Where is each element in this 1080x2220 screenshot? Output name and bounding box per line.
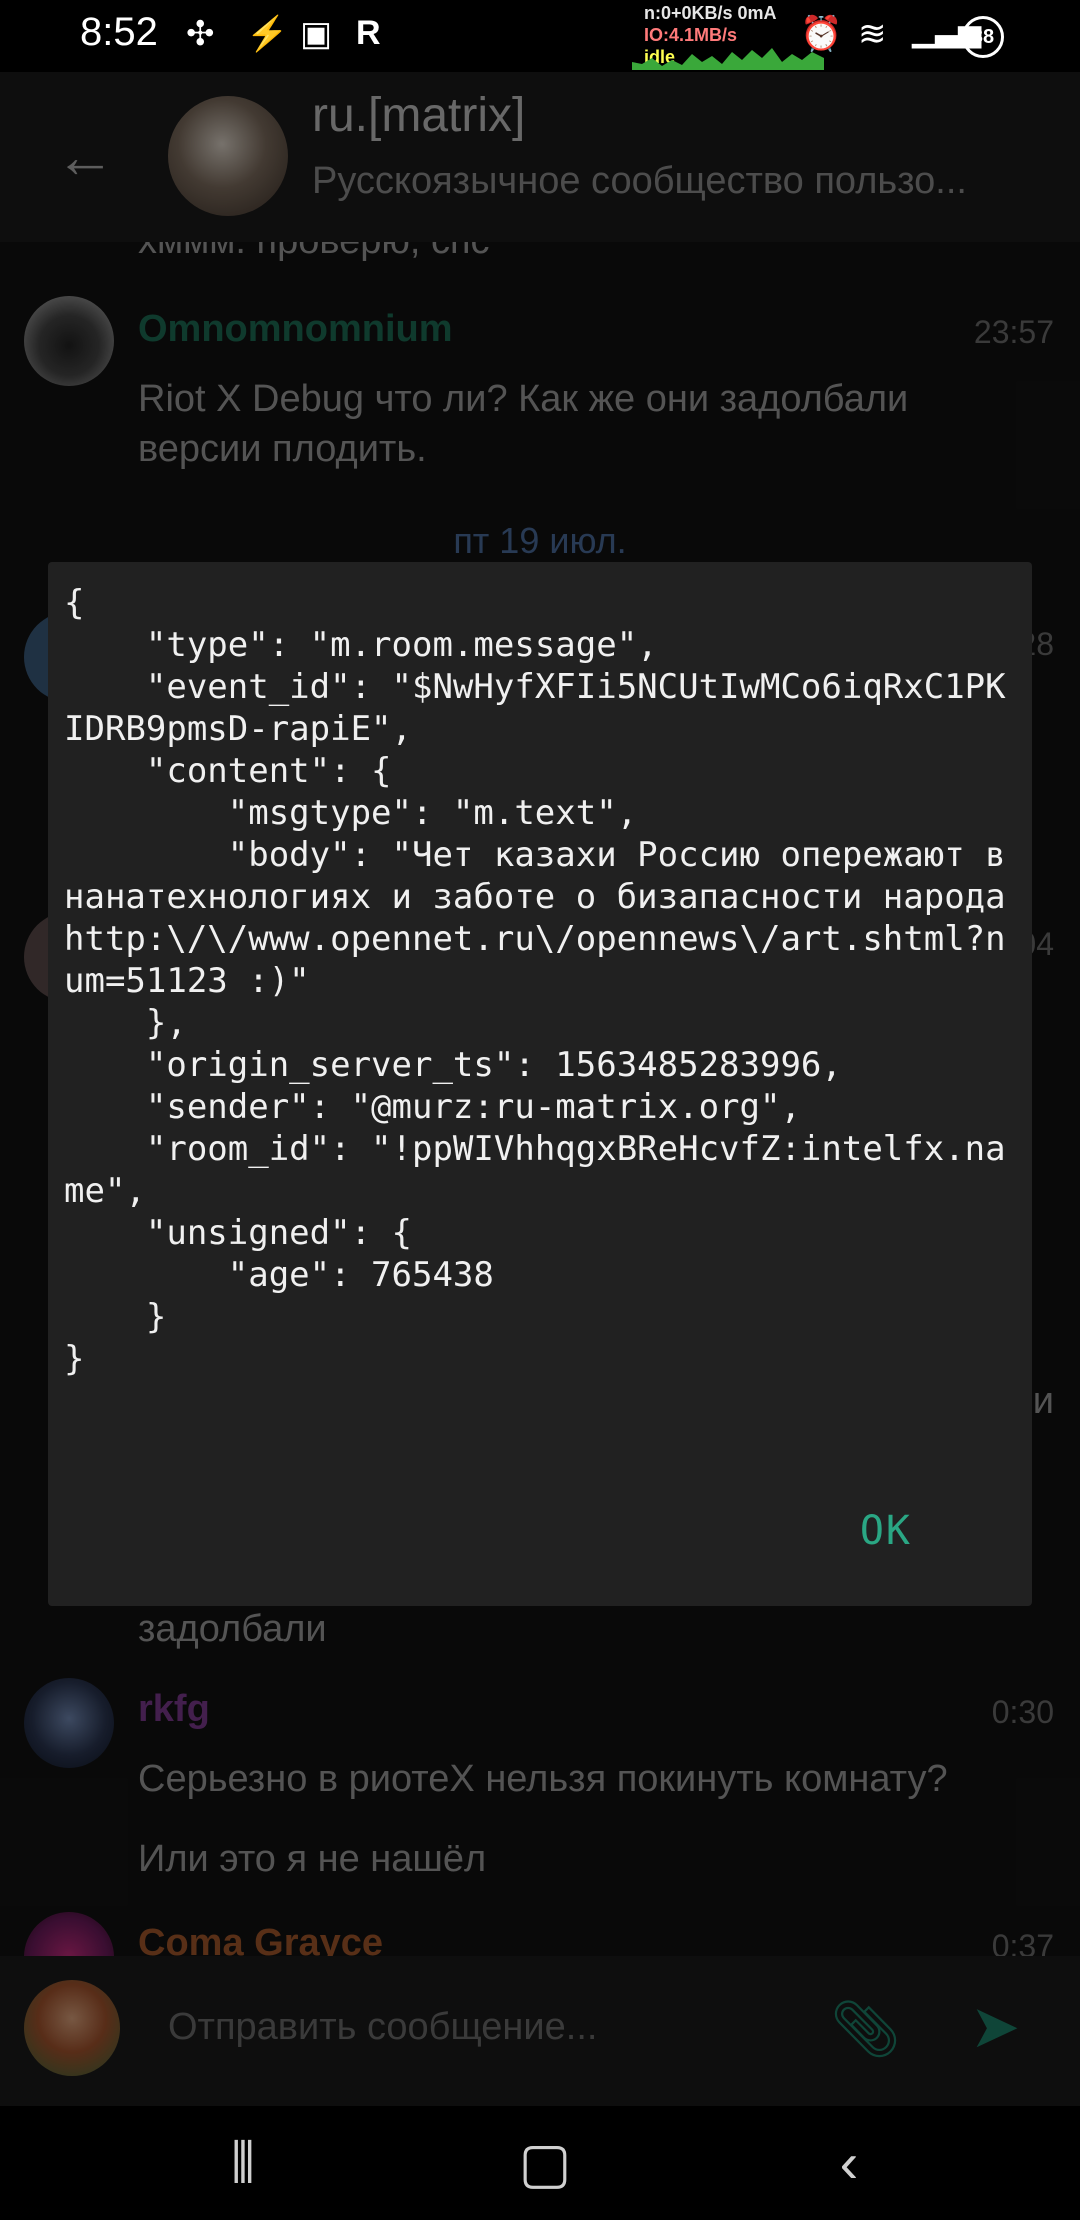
pinwheel-icon: ✣ bbox=[186, 15, 215, 53]
event-json-text: { "type": "m.room.message", "event_id": … bbox=[64, 583, 1006, 1379]
wifi-icon: ≋ bbox=[858, 15, 887, 53]
ok-button[interactable]: OK bbox=[860, 1508, 912, 1554]
back-nav-icon[interactable]: ‹ bbox=[804, 2130, 894, 2195]
status-bar: 8:52 ✣ ⚡ ▣ R n:0+0KB/s 0mA IO:4.1MB/s id… bbox=[0, 0, 1080, 72]
bolt-icon: ⚡ bbox=[246, 15, 289, 53]
status-time: 8:52 bbox=[80, 10, 158, 54]
net-stat-line: n:0+0KB/s 0mA bbox=[644, 3, 777, 23]
system-nav-bar: ⦀ ▢ ‹ bbox=[0, 2106, 1080, 2220]
image-icon: ▣ bbox=[300, 15, 333, 53]
battery-indicator: 38 bbox=[962, 16, 1004, 58]
home-icon[interactable]: ▢ bbox=[500, 2130, 590, 2196]
alarm-icon: ⏰ bbox=[800, 15, 843, 53]
riot-app-icon: R bbox=[356, 14, 381, 52]
event-source-dialog: { "type": "m.room.message", "event_id": … bbox=[48, 562, 1032, 1606]
network-graph-icon bbox=[632, 48, 824, 70]
recents-icon[interactable]: ⦀ bbox=[198, 2130, 288, 2197]
